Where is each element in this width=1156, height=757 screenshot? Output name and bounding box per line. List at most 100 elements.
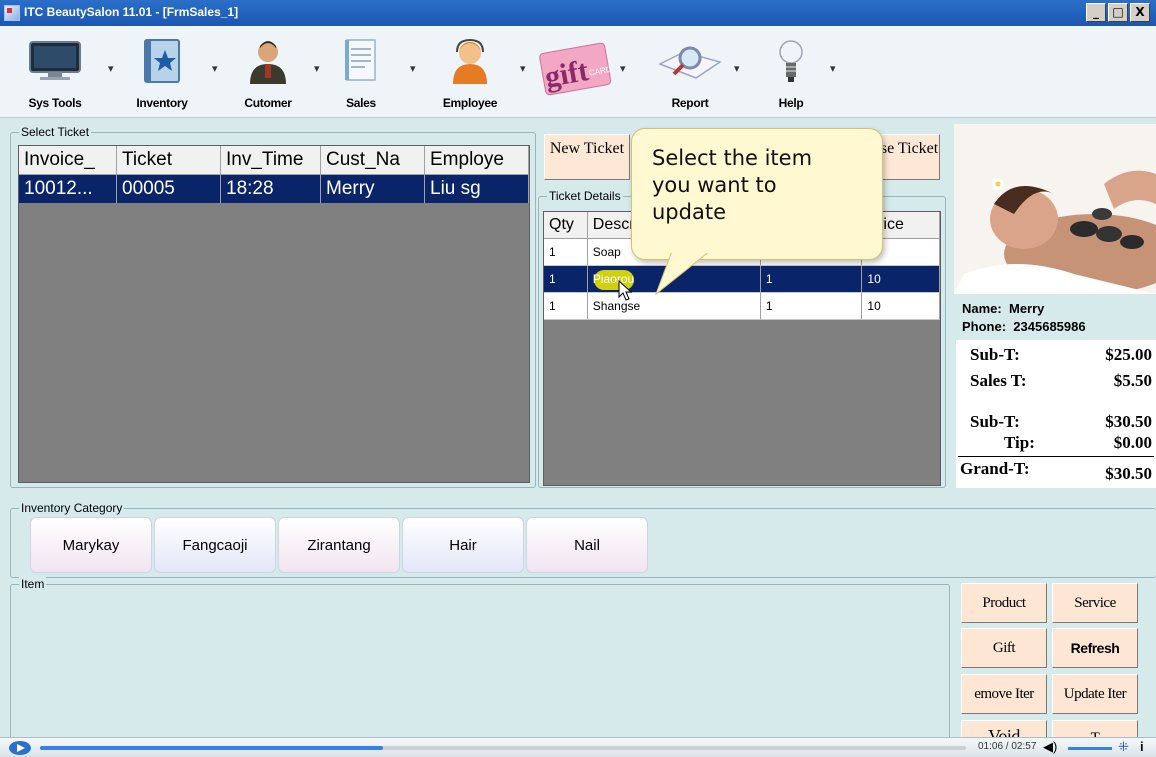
- toolbar-gift-card[interactable]: gift CARD ▾: [532, 32, 626, 112]
- employee-headset-icon: [453, 38, 487, 84]
- tooltip-callout: Select the item you want to update: [631, 128, 883, 260]
- close-button[interactable]: X: [1130, 3, 1150, 22]
- window-title-bar: ITC BeautySalon 11.01 - [FrmSales_1] _ □…: [0, 0, 1156, 26]
- customer-info: Name: Merry Phone: 2345685986: [962, 301, 1086, 334]
- gift-button[interactable]: Gift: [961, 628, 1047, 668]
- toolbar-employee[interactable]: ▾ Employee: [424, 32, 526, 112]
- toolbar-sys-tools[interactable]: ▾ Sys Tools: [14, 32, 114, 112]
- column-header[interactable]: Qty: [544, 212, 588, 238]
- column-header[interactable]: Employe: [425, 146, 529, 174]
- help-lightbulb-icon: [779, 40, 803, 82]
- fullscreen-icon[interactable]: ⁜: [1118, 739, 1129, 755]
- customer-name-label: Name:: [962, 301, 1002, 316]
- sales-document-icon: [345, 39, 376, 81]
- category-fangcaoji[interactable]: Fangcaoji: [154, 517, 276, 573]
- category-nail[interactable]: Nail: [526, 517, 648, 573]
- video-time: 01:06 / 02:57: [978, 741, 1037, 752]
- update-item-button[interactable]: Update Iter: [1052, 674, 1138, 714]
- table-cell: Merry: [321, 175, 425, 203]
- toolbar-customer[interactable]: ▾ Cutomer: [228, 32, 320, 112]
- customer-person-icon: [250, 41, 286, 84]
- toolbar-help[interactable]: ▾ Help: [756, 32, 836, 112]
- video-player-bar: 01:06 / 02:57 ◀) ⁜ i: [0, 737, 1156, 757]
- inventory-category-title: Inventory Category: [19, 501, 125, 515]
- grand-total-value: $30.50: [1105, 464, 1152, 483]
- volume-slider[interactable]: [1068, 747, 1112, 750]
- service-button[interactable]: Service: [1052, 583, 1138, 623]
- table-cell: Shangse: [587, 293, 761, 320]
- table-cell: 00005: [117, 175, 221, 203]
- item-group-title: Item: [19, 577, 47, 591]
- select-ticket-grid[interactable]: Invoice_ Ticket Inv_Time Cust_Na Employe…: [18, 145, 530, 483]
- window-title: ITC BeautySalon 11.01 - [FrmSales_1]: [24, 5, 239, 19]
- spa-photo: [954, 124, 1156, 294]
- monitor-icon: [29, 41, 81, 80]
- video-progress-track[interactable]: [40, 746, 966, 750]
- mouse-cursor-icon: [618, 280, 633, 301]
- select-ticket-title: Select Ticket: [19, 125, 92, 139]
- maximize-button[interactable]: □: [1108, 3, 1128, 22]
- toolbar-label: Sales: [346, 96, 376, 110]
- table-row[interactable]: 1 Shangse 1 10: [544, 293, 940, 320]
- toolbar-label: Inventory: [136, 96, 188, 110]
- category-hair[interactable]: Hair: [402, 517, 524, 573]
- ticket-details-title: Ticket Details: [547, 189, 623, 203]
- subtotal-label: Sub-T:: [970, 345, 1020, 364]
- toolbar-sales[interactable]: ▾ Sales: [326, 32, 416, 112]
- subtotal2-label: Sub-T:: [970, 412, 1020, 431]
- inventory-book-icon: [144, 39, 180, 83]
- main-toolbar: ▾ Sys Tools ▾ Inventory ▾ Cutomer ▾ Sale…: [0, 26, 1156, 118]
- item-group: Item: [10, 577, 950, 754]
- table-row[interactable]: 10012... 00005 18:28 Merry Liu sg: [19, 175, 529, 203]
- grand-total-label: Grand-T:: [960, 459, 1030, 478]
- table-cell: 10012...: [19, 175, 117, 203]
- toolbar-report[interactable]: ▾ Report: [640, 32, 740, 112]
- minimize-button[interactable]: _: [1086, 3, 1106, 22]
- new-ticket-button[interactable]: New Ticket: [544, 134, 630, 180]
- toolbar-label: Cutomer: [244, 96, 292, 110]
- product-button[interactable]: Product: [961, 583, 1047, 623]
- column-header[interactable]: Cust_Na: [321, 146, 425, 174]
- table-cell: 1: [544, 239, 588, 266]
- column-header[interactable]: Inv_Time: [221, 146, 321, 174]
- table-cell: 18:28: [221, 175, 321, 203]
- table-cell: 10: [862, 293, 940, 320]
- toolbar-label: Help: [778, 96, 804, 110]
- volume-icon[interactable]: ◀): [1043, 739, 1057, 755]
- table-cell: 1: [760, 266, 863, 293]
- column-header[interactable]: Invoice_: [19, 146, 117, 174]
- table-cell: 1: [544, 293, 588, 320]
- info-icon[interactable]: i: [1140, 739, 1144, 754]
- category-marykay[interactable]: Marykay: [30, 517, 152, 573]
- refresh-button[interactable]: Refresh: [1052, 628, 1138, 668]
- toolbar-label: Report: [671, 96, 709, 110]
- totals-panel: Sub-T: $25.00 Sales T: $5.50 Sub-T: $30.…: [956, 340, 1156, 488]
- table-cell: 10: [862, 266, 940, 293]
- table-cell: 1: [760, 293, 863, 320]
- remove-item-button[interactable]: emove Iter: [961, 674, 1047, 714]
- totals-divider: [958, 456, 1154, 457]
- table-row-selected[interactable]: 1 Piaorou 1 10: [544, 266, 940, 293]
- category-zirantang[interactable]: Zirantang: [278, 517, 400, 573]
- grid-header: Invoice_ Ticket Inv_Time Cust_Na Employe: [19, 146, 529, 175]
- tip-value: $0.00: [1113, 433, 1152, 452]
- callout-text: Select the item you want to update: [652, 146, 813, 224]
- report-magnifier-icon: [658, 46, 722, 79]
- gift-card-icon: gift CARD: [539, 42, 612, 96]
- sales-tax-label: Sales T:: [970, 371, 1027, 390]
- video-progress-fill: [40, 746, 383, 750]
- subtotal-value: $25.00: [1105, 345, 1152, 364]
- callout-pointer: [654, 250, 712, 296]
- play-icon[interactable]: [8, 740, 32, 756]
- toolbar-label: Employee: [442, 96, 498, 110]
- toolbar-inventory[interactable]: ▾ Inventory: [118, 32, 218, 112]
- customer-name: Merry: [1008, 301, 1045, 316]
- customer-phone: 2345685986: [1013, 319, 1086, 334]
- toolbar-label: Sys Tools: [28, 96, 82, 110]
- subtotal2-value: $30.50: [1105, 412, 1152, 431]
- column-header[interactable]: Ticket: [117, 146, 221, 174]
- spa-photo-image: [954, 124, 1156, 294]
- sales-tax-value: $5.50: [1113, 371, 1152, 390]
- app-icon: [4, 5, 20, 21]
- table-cell: Liu sg: [425, 175, 529, 203]
